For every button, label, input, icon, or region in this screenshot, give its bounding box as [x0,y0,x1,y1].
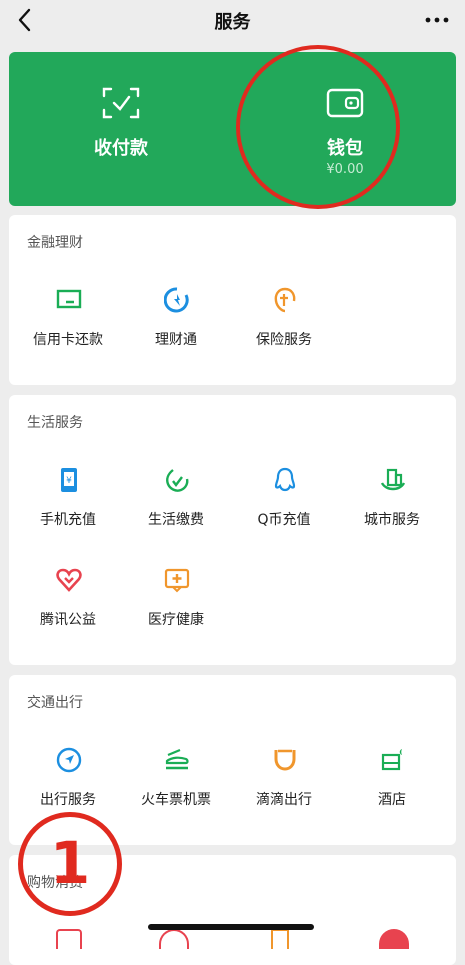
tile-wealth[interactable]: 理财通 [121,287,231,367]
tile-hotel[interactable]: 酒店 [337,747,447,827]
tile-insurance[interactable]: 保险服务 [229,287,339,367]
more-icon[interactable] [423,8,451,32]
tile-charity[interactable]: 腾讯公益 [13,567,123,647]
train-ticket-icon [165,748,189,770]
section-life: 生活服务 ¥ 手机充值 生活缴费 Q币充值 城市服务 腾讯公益 医疗健康 [9,395,456,665]
receive-pay-button[interactable]: 收付款 [9,52,233,206]
navigation-icon [56,747,82,773]
tile-didi[interactable]: 滴滴出行 [229,747,339,827]
city-service-icon [380,468,406,491]
tile-train-ticket[interactable]: 火车票机票 [121,747,231,827]
section-finance: 金融理财 信用卡还款 理财通 保险服务 [9,215,456,385]
section-title: 生活服务 [27,415,83,431]
shopping-icon-3[interactable] [271,929,289,949]
section-title: 金融理财 [27,235,83,251]
tile-credit-card[interactable]: 信用卡还款 [13,287,123,367]
tile-medical[interactable]: 医疗健康 [121,567,231,647]
didi-icon [274,749,296,771]
medical-icon [164,568,190,593]
svg-text:¥: ¥ [66,476,72,486]
annotation-number: 1 [18,812,122,916]
tile-phone-topup[interactable]: ¥ 手机充值 [13,467,123,547]
tile-utility[interactable]: 生活缴费 [121,467,231,547]
receive-pay-label: 收付款 [94,138,148,159]
scan-check-icon [102,87,140,119]
nav-bar: 服务 [0,0,465,40]
tile-qq-coin[interactable]: Q币充值 [229,467,339,547]
section-title: 交通出行 [27,695,83,711]
utility-bill-icon [166,469,189,492]
tile-city-service[interactable]: 城市服务 [337,467,447,547]
annotation-circle [236,45,400,209]
wealth-icon [164,287,189,313]
shopping-icon-1[interactable] [56,929,82,949]
shopping-icon-2[interactable] [159,929,189,949]
hotel-icon [381,749,402,771]
charity-icon [56,568,82,592]
insurance-icon [274,287,296,313]
home-indicator[interactable] [148,924,314,930]
page-title: 服务 [214,12,251,33]
shopping-icon-4[interactable] [379,929,409,949]
qq-coin-icon [274,467,296,492]
credit-card-icon [56,289,82,309]
phone-topup-icon: ¥ [61,468,77,492]
